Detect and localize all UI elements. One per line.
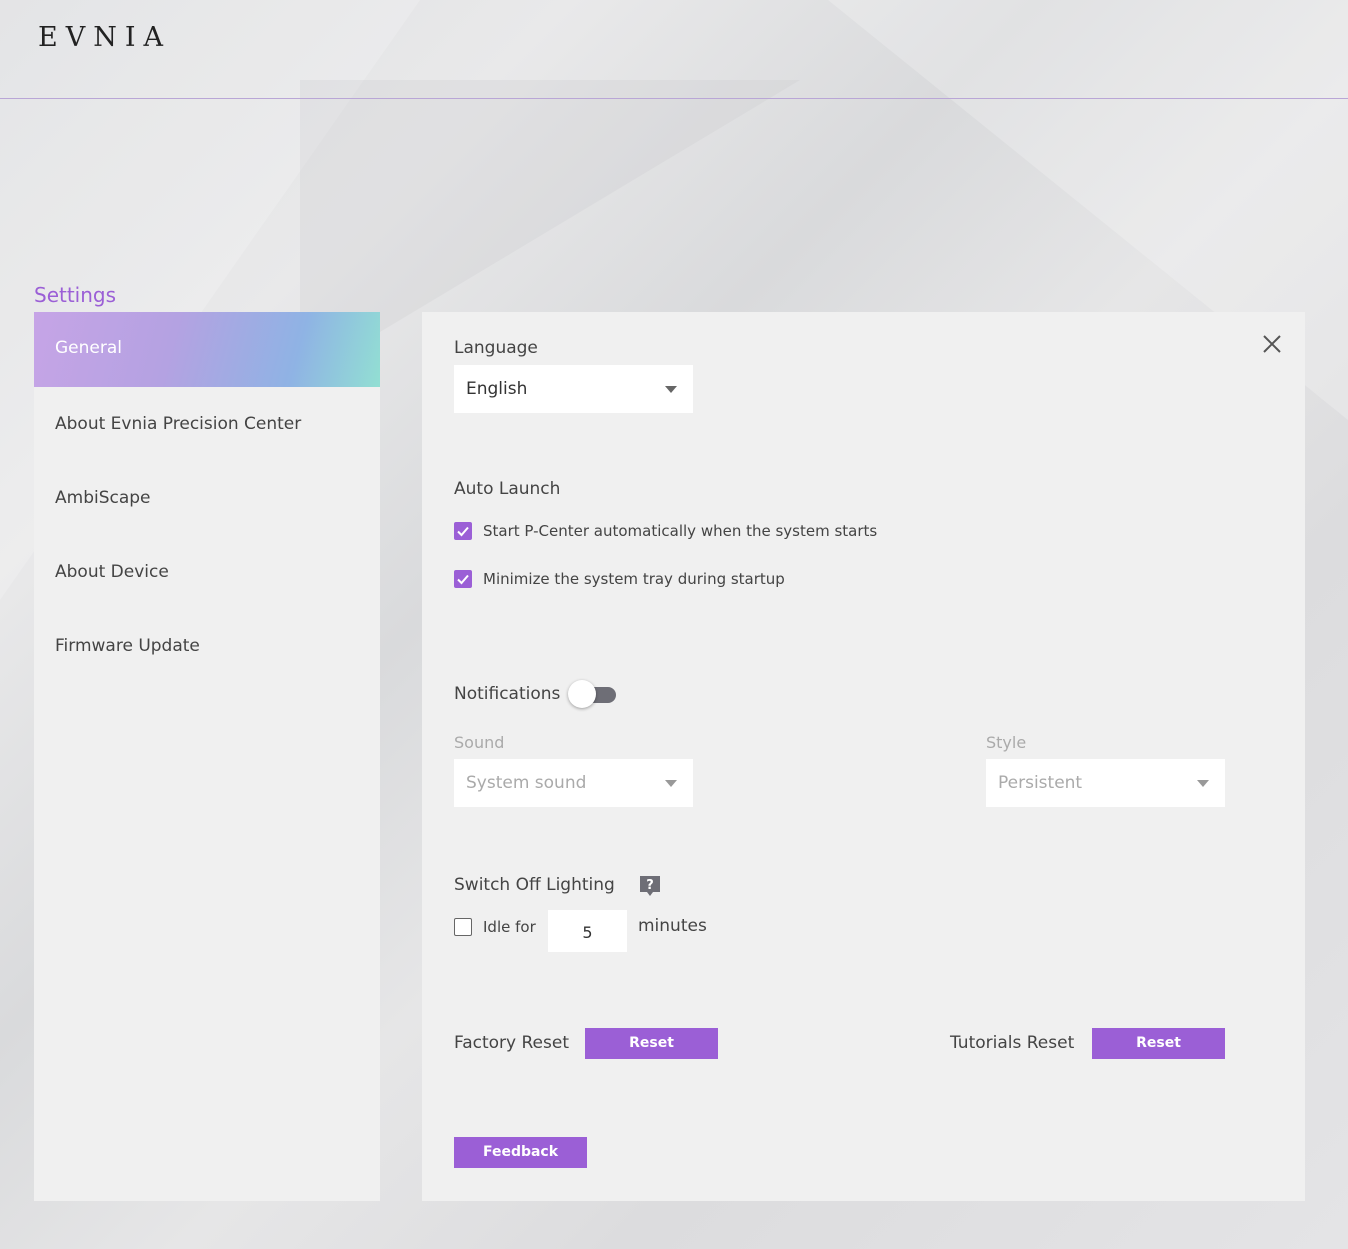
minimize-tray-label: Minimize the system tray during startup [483,570,785,588]
checkmark-icon [457,574,469,585]
svg-text:?: ? [646,878,654,893]
idle-for-label: Idle for [483,918,536,936]
sidebar-item-about-device[interactable]: About Device [34,535,380,609]
sound-select[interactable]: System sound [454,759,693,807]
style-select[interactable]: Persistent [986,759,1225,807]
app-header: EVNIA [0,0,1348,99]
auto-launch-label: Auto Launch [454,479,561,499]
auto-start-checkbox[interactable] [454,522,472,540]
sound-label: Sound [454,733,505,752]
close-icon[interactable] [1260,332,1284,356]
checkmark-icon [457,526,469,537]
help-icon[interactable]: ? [638,874,662,898]
toggle-knob [568,680,596,708]
language-select[interactable]: English [454,365,693,413]
chevron-down-icon [665,780,677,787]
switch-off-lighting-label: Switch Off Lighting [454,875,615,895]
style-label: Style [986,733,1027,752]
language-label: Language [454,338,538,358]
sidebar-item-ambiscape[interactable]: AmbiScape [34,461,380,535]
notifications-label: Notifications [454,684,561,704]
sidebar-item-general[interactable]: General [34,312,380,387]
minutes-label: minutes [638,916,707,936]
chevron-down-icon [665,386,677,393]
chevron-down-icon [1197,780,1209,787]
general-settings-panel: Language English Auto Launch Start P-Cen… [422,312,1305,1201]
factory-reset-label: Factory Reset [454,1033,569,1053]
sidebar-item-firmware-update[interactable]: Firmware Update [34,609,380,683]
brand-logo: EVNIA [38,22,171,53]
style-select-value: Persistent [998,773,1083,793]
idle-minutes-input[interactable] [548,910,627,952]
sidebar-item-about-evnia-precision-center[interactable]: About Evnia Precision Center [34,387,380,461]
settings-sidebar: General About Evnia Precision Center Amb… [34,312,380,1201]
idle-checkbox[interactable] [454,918,472,936]
feedback-button[interactable]: Feedback [454,1137,587,1168]
auto-start-label: Start P-Center automatically when the sy… [483,522,878,540]
factory-reset-button[interactable]: Reset [585,1028,718,1059]
sound-select-value: System sound [466,773,587,793]
minimize-tray-checkbox[interactable] [454,570,472,588]
page-title: Settings [34,283,117,307]
tutorials-reset-button[interactable]: Reset [1092,1028,1225,1059]
language-select-value: English [466,379,528,399]
tutorials-reset-label: Tutorials Reset [950,1033,1075,1053]
notifications-toggle[interactable] [568,680,616,708]
